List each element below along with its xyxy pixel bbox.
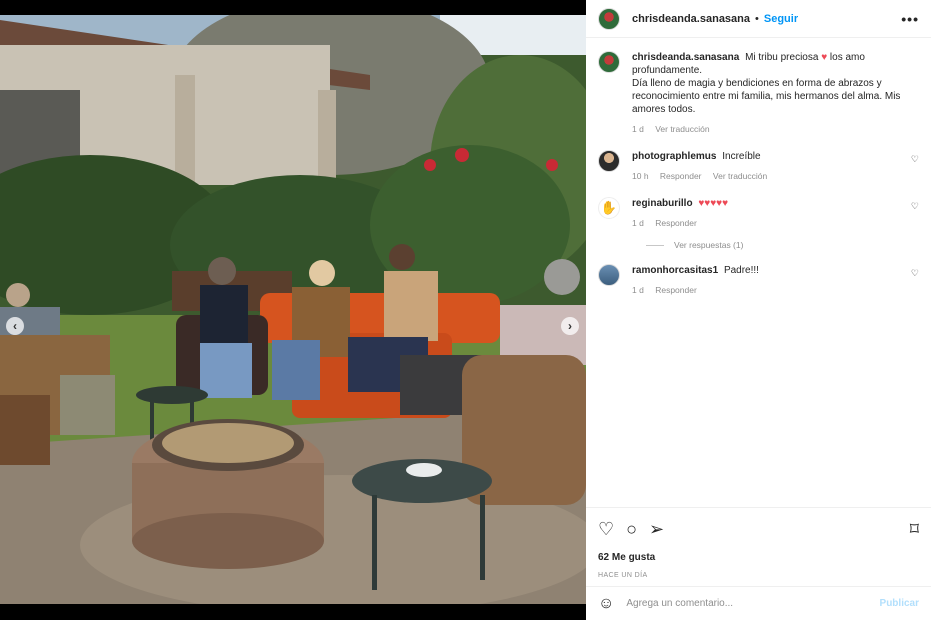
commenter-avatar[interactable] [598, 150, 620, 172]
caption-meta: 1 d Ver traducción [632, 123, 902, 136]
reply-link[interactable]: Responder [655, 218, 697, 228]
comment-input[interactable] [626, 598, 880, 609]
caption: chrisdeanda.sanasana Mi tribu preciosa ♥… [598, 51, 919, 136]
likes-count[interactable]: 62 Me gusta [598, 552, 919, 563]
comment-time[interactable]: 10 h [632, 171, 649, 181]
caption-author-avatar[interactable] [598, 51, 620, 73]
reply-link[interactable]: Responder [655, 285, 697, 295]
view-replies[interactable]: Ver respuestas (1) [646, 240, 919, 250]
caption-text-body: Día lleno de magia y bendiciones en form… [632, 78, 901, 115]
post-actions: ♡ ○ ➢ ⌑ 62 Me gusta HACE UN DÍA [586, 507, 931, 579]
comment-item: photographlemus Increíble 10 h Responder… [598, 150, 919, 183]
comment-body: photographlemus Increíble 10 h Responder… [632, 150, 902, 183]
hand-icon: ✋ [600, 200, 618, 215]
share-paper-plane-icon[interactable]: ➢ [649, 519, 664, 540]
author-avatar[interactable] [598, 7, 620, 30]
comments-list: chrisdeanda.sanasana Mi tribu preciosa ♥… [586, 39, 931, 507]
comment-composer: ☺ Publicar [586, 586, 931, 620]
comment-meta: 1 d Responder [632, 217, 902, 230]
comment-item: ✋ reginaburillo ♥♥♥♥♥ 1 d Responder ♡ [598, 197, 919, 230]
comment-hearts: ♥♥♥♥♥ [698, 198, 729, 209]
author-username[interactable]: chrisdeanda.sanasana [632, 13, 750, 25]
comment-body: reginaburillo ♥♥♥♥♥ 1 d Responder [632, 197, 902, 230]
comment-text: Padre!!! [723, 265, 759, 276]
post-side-panel: chrisdeanda.sanasana • Seguir ••• chrisd… [586, 0, 931, 620]
comment-text: Increíble [722, 151, 761, 162]
comment-meta: 10 h Responder Ver traducción [632, 170, 902, 183]
caption-username[interactable]: chrisdeanda.sanasana [632, 52, 739, 63]
comment-username[interactable]: reginaburillo [632, 198, 693, 209]
comment-bubble-icon[interactable]: ○ [626, 519, 637, 540]
commenter-avatar[interactable]: ✋ [598, 197, 620, 219]
comment-body: ramonhorcasitas1 Padre!!! 1 d Responder [632, 264, 902, 297]
instagram-post-modal: ‹ › chrisdeanda.sanasana • Seguir ••• ch… [0, 0, 931, 620]
post-date[interactable]: HACE UN DÍA [598, 572, 919, 579]
like-comment-heart-icon[interactable]: ♡ [911, 154, 919, 165]
comment-time[interactable]: 1 d [632, 285, 644, 295]
comment-meta: 1 d Responder [632, 284, 902, 297]
like-comment-heart-icon[interactable]: ♡ [911, 268, 919, 279]
bookmark-icon[interactable]: ⌑ [910, 519, 919, 540]
next-photo-arrow[interactable]: › [561, 317, 579, 335]
separator-dot: • [755, 12, 759, 25]
post-photo[interactable]: ‹ › [0, 15, 586, 604]
emoji-icon[interactable]: ☺ [598, 595, 614, 613]
post-header: chrisdeanda.sanasana • Seguir ••• [586, 0, 931, 38]
commenter-avatar[interactable] [598, 264, 620, 286]
like-comment-heart-icon[interactable]: ♡ [911, 201, 919, 212]
caption-body: chrisdeanda.sanasana Mi tribu preciosa ♥… [632, 51, 902, 136]
comment-time[interactable]: 1 d [632, 218, 644, 228]
comment-username[interactable]: photographlemus [632, 151, 716, 162]
replies-divider [646, 244, 664, 246]
view-replies-label[interactable]: Ver respuestas (1) [674, 240, 743, 250]
reply-link[interactable]: Responder [660, 171, 702, 181]
follow-button[interactable]: Seguir [764, 13, 798, 25]
like-heart-icon[interactable]: ♡ [598, 519, 614, 540]
translate-link[interactable]: Ver traducción [713, 171, 767, 181]
comment-item: ramonhorcasitas1 Padre!!! 1 d Responder … [598, 264, 919, 297]
caption-time[interactable]: 1 d [632, 124, 644, 134]
caption-heart-icon: ♥ [821, 52, 828, 63]
caption-text-start: Mi tribu preciosa [745, 52, 819, 63]
more-options-icon[interactable]: ••• [901, 11, 919, 27]
caption-translate-link[interactable]: Ver traducción [655, 124, 709, 134]
prev-photo-arrow[interactable]: ‹ [6, 317, 24, 335]
garden-gathering-image [0, 15, 586, 604]
publish-button[interactable]: Publicar [880, 598, 919, 609]
action-icons: ♡ ○ ➢ ⌑ [598, 518, 919, 540]
comment-username[interactable]: ramonhorcasitas1 [632, 265, 718, 276]
